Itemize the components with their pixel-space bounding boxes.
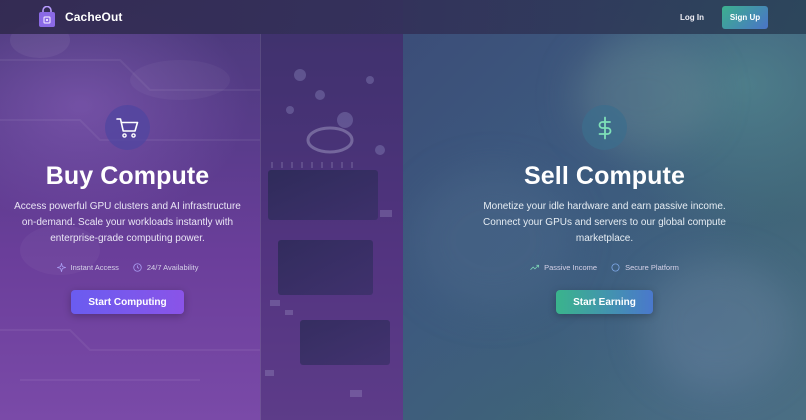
sell-title: Sell Compute bbox=[524, 162, 685, 190]
start-computing-button[interactable]: Start Computing bbox=[71, 290, 184, 314]
buy-description: Access powerful GPU clusters and AI infr… bbox=[14, 201, 241, 244]
feature-passive-income: Passive Income bbox=[530, 263, 597, 272]
landing-page: CacheOut Log In Sign Up Buy Compute Acce… bbox=[0, 0, 806, 420]
dollar-icon bbox=[598, 116, 611, 139]
sell-features: Passive Income Secure Platform bbox=[530, 263, 679, 272]
feature-label: Passive Income bbox=[544, 263, 598, 272]
start-earning-button[interactable]: Start Earning bbox=[556, 290, 653, 314]
sell-hero: Sell Compute Monetize your idle hardware… bbox=[403, 0, 806, 420]
shopping-cart-icon bbox=[115, 117, 138, 138]
feature-secure-platform: Secure Platform bbox=[611, 263, 679, 272]
sparkle-icon bbox=[56, 263, 66, 272]
sell-description: Monetize your idle hardware and earn pas… bbox=[483, 201, 726, 244]
feature-label: Instant Access bbox=[70, 263, 119, 272]
buy-icon-badge bbox=[105, 105, 150, 150]
buy-title: Buy Compute bbox=[45, 162, 210, 190]
shield-icon bbox=[611, 263, 620, 272]
trending-up-icon bbox=[530, 264, 540, 271]
feature-instant-access: Instant Access bbox=[56, 263, 119, 272]
sell-icon-badge bbox=[582, 105, 627, 150]
feature-label: Secure Platform bbox=[625, 263, 679, 272]
feature-availability: 24/7 Availability bbox=[133, 263, 199, 272]
clock-icon bbox=[133, 263, 142, 272]
buy-hero: Buy Compute Access powerful GPU clusters… bbox=[0, 0, 329, 420]
buy-features: Instant Access 24/7 Availability bbox=[56, 263, 199, 272]
feature-label: 24/7 Availability bbox=[146, 263, 199, 272]
